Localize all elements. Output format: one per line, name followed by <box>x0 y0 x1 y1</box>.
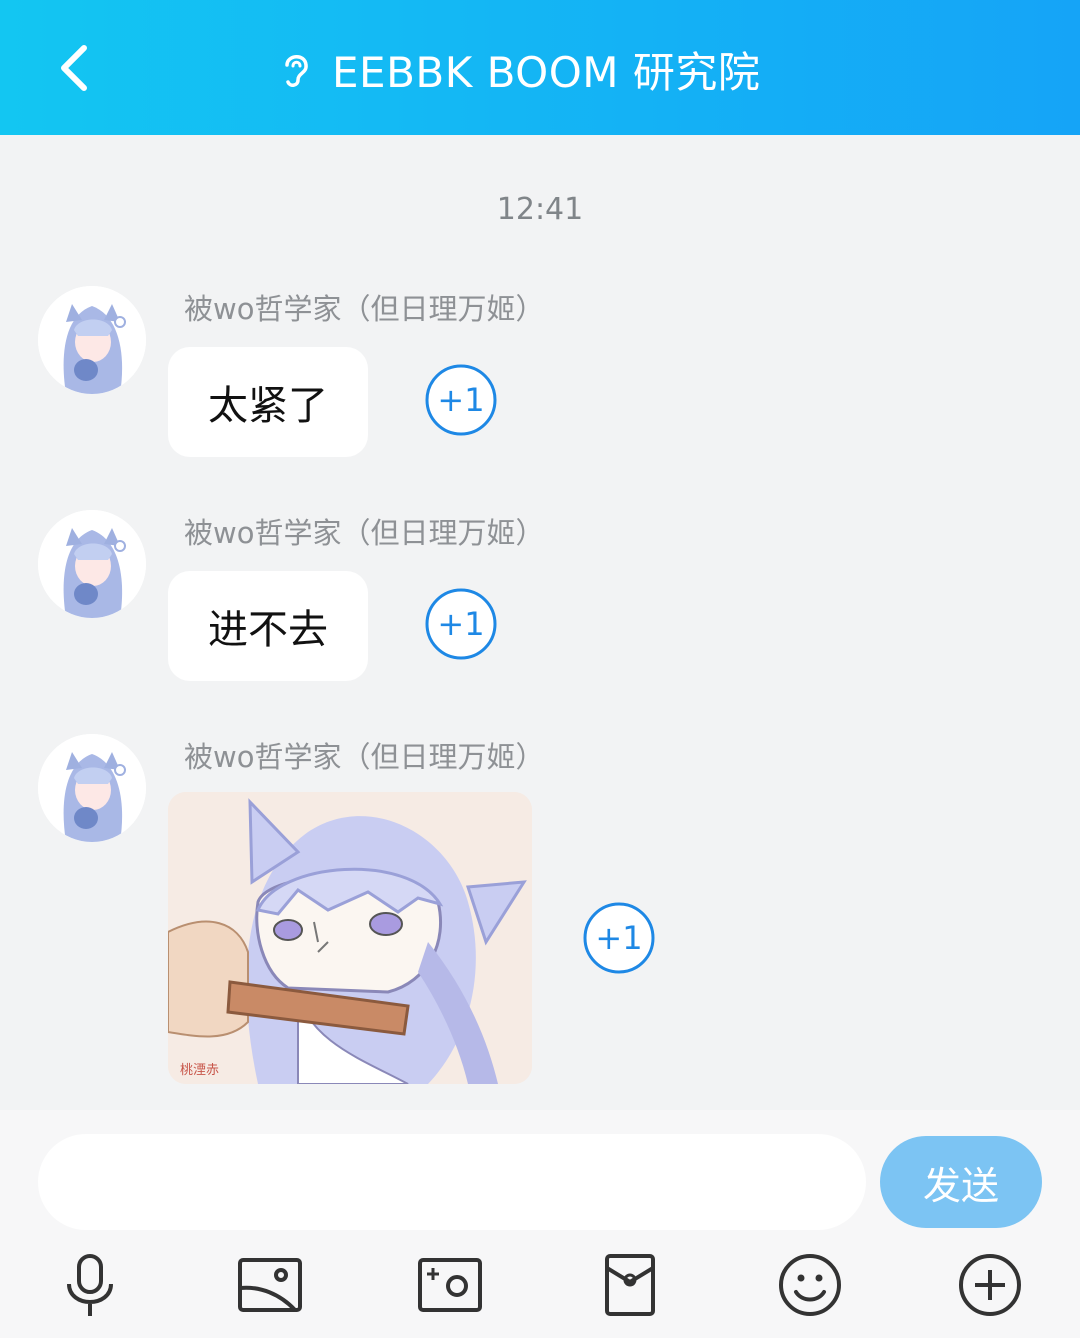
red-packet-icon <box>605 1254 655 1316</box>
camera-button[interactable] <box>415 1250 485 1320</box>
svg-text:+1: +1 <box>437 381 484 419</box>
microphone-icon <box>67 1254 113 1316</box>
plus-one-button[interactable]: +1 <box>425 364 497 436</box>
sticker-watermark: 桃湮赤 <box>180 1063 220 1078</box>
plus-one-button[interactable]: +1 <box>583 902 655 974</box>
back-button[interactable] <box>48 38 108 98</box>
header-title-group: EEBBK BOOM 研究院 <box>278 38 760 100</box>
emoji-button[interactable] <box>775 1250 845 1320</box>
sender-name: 被wo哲学家（但日理万姬） <box>184 516 545 550</box>
send-button[interactable]: 发送 <box>880 1136 1042 1228</box>
message-timestamp: 12:41 <box>496 192 584 227</box>
sender-name: 被wo哲学家（但日理万姬） <box>184 740 545 774</box>
sticker-image[interactable]: 桃湮赤 <box>168 792 532 1084</box>
more-button[interactable] <box>955 1250 1025 1320</box>
input-bar: 发送 <box>0 1110 1080 1338</box>
ear-icon <box>285 55 308 87</box>
message-input[interactable] <box>38 1134 866 1230</box>
emoji-icon <box>779 1254 841 1316</box>
camera-icon <box>418 1258 482 1312</box>
svg-text:+1: +1 <box>595 919 642 957</box>
chat-header: EEBBK BOOM 研究院 <box>0 0 1080 135</box>
message-bubble[interactable]: 进不去 <box>168 571 368 681</box>
sender-avatar[interactable] <box>38 510 146 618</box>
sender-avatar[interactable] <box>38 734 146 842</box>
sticker-illustration <box>168 792 532 1084</box>
voice-button[interactable] <box>55 1250 125 1320</box>
page-title: EEBBK BOOM 研究院 <box>332 47 761 97</box>
image-button[interactable] <box>235 1250 305 1320</box>
svg-text:+1: +1 <box>437 605 484 643</box>
plus-one-button[interactable]: +1 <box>425 588 497 660</box>
message-bubble[interactable]: 太紧了 <box>168 347 368 457</box>
plus-icon <box>959 1254 1021 1316</box>
sender-avatar[interactable] <box>38 286 146 394</box>
red-packet-button[interactable] <box>595 1250 665 1320</box>
chevron-left-icon <box>61 45 87 91</box>
image-icon <box>238 1258 302 1312</box>
sender-name: 被wo哲学家（但日理万姬） <box>184 292 545 326</box>
